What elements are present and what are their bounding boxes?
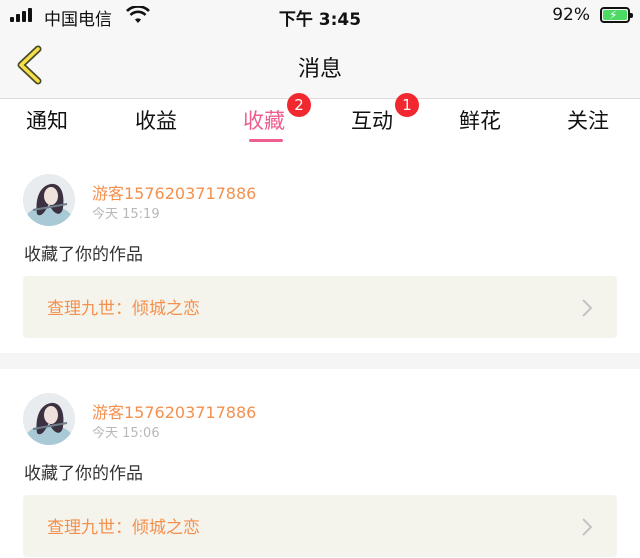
unread-badge: 1 — [395, 93, 419, 117]
work-title: 查理九世：倾城之恋 — [47, 518, 200, 538]
status-time: 下午 3:45 — [278, 10, 362, 30]
avatar-image — [23, 393, 75, 445]
page-title: 消息 — [297, 57, 342, 82]
message-time: 今天 15:06 — [92, 426, 160, 441]
avatar[interactable] — [23, 393, 75, 445]
tab-label: 通知 — [26, 109, 68, 133]
chevron-right-icon — [582, 299, 593, 317]
username[interactable]: 游客1576203717886 — [92, 399, 256, 423]
username[interactable]: 游客1576203717886 — [92, 180, 256, 204]
card-divider — [0, 353, 640, 369]
message-text: 收藏了你的作品 — [24, 245, 143, 265]
status-bar: 中国电信 下午 3:45 92% ⚡ — [0, 0, 640, 32]
message-text: 收藏了你的作品 — [24, 464, 143, 484]
work-title: 查理九世：倾城之恋 — [47, 299, 200, 319]
work-link[interactable]: 查理九世：倾城之恋 — [23, 276, 617, 338]
tab-earnings[interactable]: 收益 — [135, 105, 177, 135]
tab-flowers[interactable]: 鲜花 — [459, 105, 501, 135]
work-link[interactable]: 查理九世：倾城之恋 — [23, 495, 617, 557]
charging-bolt-icon: ⚡ — [609, 8, 618, 22]
nav-header: 消息 — [0, 32, 640, 99]
avatar-image — [23, 174, 75, 226]
tab-label: 关注 — [567, 109, 609, 133]
chevron-right-icon — [582, 518, 593, 536]
unread-badge: 2 — [287, 93, 311, 117]
tab-label: 收藏 — [243, 109, 285, 133]
active-tab-indicator — [249, 139, 283, 142]
tab-follows[interactable]: 关注 — [567, 105, 609, 135]
message-card: 游客1576203717886 今天 15:19 收藏了你的作品 查理九世：倾城… — [0, 150, 640, 353]
avatar[interactable] — [23, 174, 75, 226]
tab-label: 鲜花 — [459, 109, 501, 133]
tab-label: 互动 — [351, 109, 393, 133]
battery-percent: 92% — [552, 5, 590, 25]
tab-label: 收益 — [135, 109, 177, 133]
tab-bar: 通知 收益 收藏 2 互动 1 鲜花 关注 — [0, 93, 640, 147]
message-time: 今天 15:19 — [92, 207, 160, 222]
tab-interactions[interactable]: 互动 1 — [351, 93, 419, 135]
tab-notifications[interactable]: 通知 — [26, 105, 68, 135]
battery-icon: ⚡ — [600, 7, 633, 23]
tab-favorites[interactable]: 收藏 2 — [243, 93, 311, 135]
message-card: 游客1576203717886 今天 15:06 收藏了你的作品 查理九世：倾城… — [0, 369, 640, 558]
